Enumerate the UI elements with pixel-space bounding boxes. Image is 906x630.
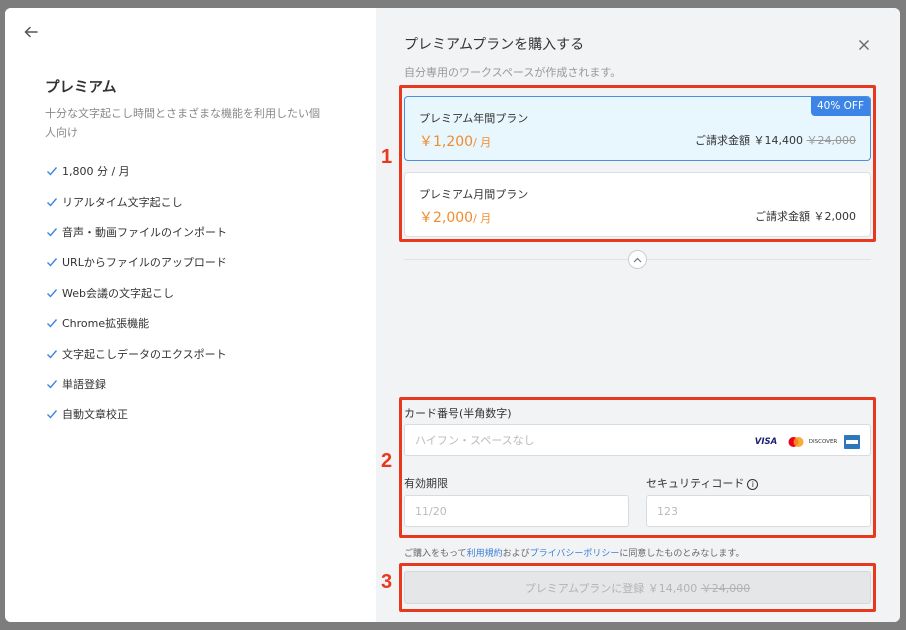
annotation-number-3: 3 xyxy=(381,571,393,593)
feature-label: URLからファイルのアップロード xyxy=(62,256,227,270)
plan-details-panel: プレミアム 十分な文字起こし時間とさまざまな機能を利用したい個人向け 1,800… xyxy=(5,8,376,622)
privacy-link[interactable]: プライバシーポリシー xyxy=(530,549,620,559)
annotation-box-1 xyxy=(399,85,876,242)
feature-item: 自動文章校正 xyxy=(45,399,376,429)
check-icon xyxy=(45,195,59,209)
arrow-left-icon[interactable] xyxy=(23,24,43,44)
annotation-box-3 xyxy=(399,563,876,612)
check-icon xyxy=(45,407,59,421)
terms-link[interactable]: 利用規約 xyxy=(467,549,503,559)
feature-label: 自動文章校正 xyxy=(62,408,128,422)
feature-label: リアルタイム文字起こし xyxy=(62,195,183,209)
close-icon[interactable] xyxy=(858,38,870,55)
purchase-subtitle: 自分専用のワークスペースが作成されます。 xyxy=(404,66,622,79)
purchase-modal: プレミアム 十分な文字起こし時間とさまざまな機能を利用したい個人向け 1,800… xyxy=(5,8,900,622)
feature-label: 1,800 分 / 月 xyxy=(62,165,130,179)
check-icon xyxy=(45,316,59,330)
feature-label: 単語登録 xyxy=(62,377,106,391)
feature-item: Chrome拡張機能 xyxy=(45,308,376,338)
feature-label: 音声・動画ファイルのインポート xyxy=(62,225,227,239)
annotation-box-2 xyxy=(399,397,876,538)
feature-label: Chrome拡張機能 xyxy=(62,317,150,331)
purchase-panel: プレミアムプランを購入する 自分専用のワークスペースが作成されます。 プレミアム… xyxy=(376,8,900,622)
feature-item: 音声・動画ファイルのインポート xyxy=(45,217,376,247)
annotation-number-2: 2 xyxy=(381,450,393,472)
feature-list: 1,800 分 / 月 リアルタイム文字起こし 音声・動画ファイルのインポート … xyxy=(45,156,376,430)
feature-item: Web会議の文字起こし xyxy=(45,278,376,308)
feature-item: URLからファイルのアップロード xyxy=(45,247,376,277)
feature-item: 文字起こしデータのエクスポート xyxy=(45,338,376,368)
check-icon xyxy=(45,164,59,178)
plan-description: 十分な文字起こし時間とさまざまな機能を利用したい個人向け xyxy=(45,107,320,139)
feature-item: 単語登録 xyxy=(45,369,376,399)
check-icon xyxy=(45,377,59,391)
annotation-number-1: 1 xyxy=(381,146,393,168)
feature-item: リアルタイム文字起こし xyxy=(45,186,376,216)
purchase-title: プレミアムプランを購入する xyxy=(404,37,585,53)
feature-item: 1,800 分 / 月 xyxy=(45,156,376,186)
feature-label: Web会議の文字起こし xyxy=(62,286,174,300)
chevron-up-icon[interactable] xyxy=(628,250,647,269)
check-icon xyxy=(45,347,59,361)
terms-text: ご購入をもって利用規約およびプライバシーポリシーに同意したものとみなします。 xyxy=(404,549,745,559)
feature-label: 文字起こしデータのエクスポート xyxy=(62,347,227,361)
check-icon xyxy=(45,286,59,300)
plan-title: プレミアム xyxy=(45,80,117,96)
check-icon xyxy=(45,255,59,269)
check-icon xyxy=(45,225,59,239)
